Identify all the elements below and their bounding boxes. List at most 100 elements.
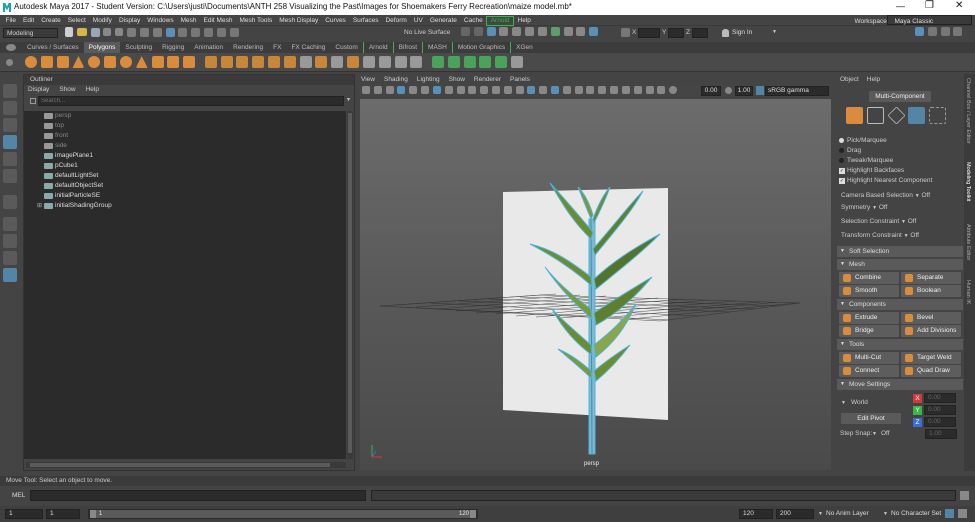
step-snap-field[interactable]: 1.00 <box>925 429 957 439</box>
anti-aliasing-icon[interactable] <box>610 86 619 94</box>
y-field[interactable] <box>668 28 684 38</box>
construction-history-icon[interactable] <box>486 27 496 36</box>
svg-icon[interactable] <box>183 56 196 68</box>
quad-draw-button[interactable]: Quad Draw <box>901 365 961 377</box>
outliner-search-input[interactable] <box>38 96 344 106</box>
snap-grid-icon[interactable] <box>178 27 188 37</box>
live-surface-label[interactable]: No Live Surface <box>404 29 450 36</box>
anim-end-field[interactable]: 200 <box>776 509 814 519</box>
exposure-field[interactable]: 0.00 <box>701 86 721 96</box>
right-tab-channel-box-layer-editor[interactable]: Channel Box / Layer Editor <box>965 78 971 156</box>
outliner-hscroll-thumb[interactable] <box>30 463 330 467</box>
separate-button[interactable]: Separate <box>901 272 961 284</box>
viewport-menu-lighting[interactable]: Lighting <box>417 76 440 83</box>
object-mode-icon[interactable] <box>846 107 863 124</box>
menu-curves[interactable]: Curves <box>322 15 350 26</box>
menu-help[interactable]: Help <box>514 15 534 26</box>
outliner-hscrollbar[interactable] <box>26 462 346 468</box>
uv-mode-icon[interactable] <box>929 107 947 124</box>
snap-view-icon[interactable] <box>216 27 226 37</box>
select-tool-icon[interactable] <box>3 84 17 98</box>
poly-disc-icon[interactable] <box>119 56 132 68</box>
poly-sphere-icon[interactable] <box>25 56 37 68</box>
menu-mesh-display[interactable]: Mesh Display <box>276 15 322 26</box>
range-slider-fill[interactable] <box>90 510 476 518</box>
image-plane-icon[interactable] <box>397 86 406 94</box>
menu-surfaces[interactable]: Surfaces <box>349 15 382 26</box>
range-handle-right[interactable] <box>470 510 476 518</box>
fill-hole-icon[interactable] <box>362 56 375 68</box>
separate-icon[interactable] <box>220 56 233 68</box>
smooth-shade-icon[interactable] <box>527 86 536 94</box>
maximize-button[interactable]: ❐ <box>925 0 934 11</box>
select-component-icon[interactable] <box>152 27 162 37</box>
combine-button[interactable]: Combine <box>839 272 899 284</box>
end-time-field[interactable]: 120 <box>739 509 773 519</box>
menu-cache[interactable]: Cache <box>460 15 486 26</box>
shelf-tab-mash[interactable]: MASH <box>422 42 452 53</box>
multi-cut-button[interactable]: Multi-Cut <box>839 352 899 364</box>
extrude-icon[interactable] <box>347 56 360 68</box>
use-all-lights-icon[interactable] <box>562 86 571 94</box>
grid-toggle-icon[interactable] <box>432 86 441 94</box>
camera-based-selection-row[interactable]: Camera Based Selection ▼ Off <box>837 190 963 202</box>
uv-editor-icon[interactable] <box>495 56 508 68</box>
shelf-tab-bifrost[interactable]: Bifrost <box>392 42 422 53</box>
range-slider[interactable]: 1 120 <box>88 509 478 519</box>
render-setup-icon[interactable] <box>563 27 573 36</box>
sign-in-chevron-icon[interactable]: ▼ <box>772 29 777 35</box>
sign-in-button[interactable]: Sign In <box>732 29 752 36</box>
radio-icon[interactable] <box>839 148 844 153</box>
shelf-tab-fx[interactable]: FX <box>268 42 286 53</box>
extract-icon[interactable] <box>236 56 249 68</box>
exposure-icon[interactable] <box>669 86 678 94</box>
textured-icon[interactable] <box>551 86 559 94</box>
poly-cylinder-icon[interactable] <box>56 56 69 68</box>
multi-component-button[interactable]: Multi-Component <box>869 91 931 102</box>
render-settings-icon[interactable] <box>537 27 547 36</box>
outliner-menu-display[interactable]: Display <box>28 86 49 93</box>
shelf-menu-icon[interactable] <box>6 59 13 66</box>
viewport-menu-shading[interactable]: Shading <box>384 76 408 83</box>
snap-curve-icon[interactable] <box>191 27 201 37</box>
toolkit-menu-object[interactable]: Object <box>840 76 859 83</box>
radio-icon[interactable] <box>839 158 844 163</box>
shelf-tab-xgen[interactable]: XGen <box>510 42 538 53</box>
menu-arnold[interactable]: Arnold <box>486 16 515 26</box>
select-hierarchy-icon[interactable] <box>127 27 137 37</box>
highlight-checkbox-row[interactable]: ✓ Highlight Backfaces <box>837 166 963 176</box>
spherical-map-icon[interactable] <box>479 56 492 68</box>
anim-prefs-icon[interactable] <box>958 509 967 518</box>
isolate-select-icon[interactable] <box>633 86 642 94</box>
camera-attributes-icon[interactable] <box>373 86 382 94</box>
menu-generate[interactable]: Generate <box>426 15 460 26</box>
grease-pencil-icon[interactable] <box>421 86 430 94</box>
add-divisions-button[interactable]: Add Divisions <box>901 325 961 337</box>
poly-plane-icon[interactable] <box>104 56 117 68</box>
move-space-value[interactable]: World <box>851 399 868 406</box>
ambient-occlusion-icon[interactable] <box>586 86 595 94</box>
gate-mask-icon[interactable] <box>468 86 477 94</box>
script-editor-icon[interactable] <box>960 491 969 500</box>
components-section[interactable]: Components <box>837 299 963 310</box>
menu-set-dropdown[interactable]: Modeling <box>3 28 58 38</box>
step-snap-value[interactable]: Off <box>881 430 890 437</box>
outliner-item[interactable]: imagePlane1 <box>24 151 346 161</box>
render-frame-icon[interactable] <box>512 27 522 36</box>
menu-modify[interactable]: Modify <box>89 15 115 26</box>
character-set-label[interactable]: No Character Set <box>891 510 941 517</box>
selection-option[interactable]: Drag <box>837 146 963 156</box>
viewport-menu-show[interactable]: Show <box>449 76 465 83</box>
shelf-tab-curves-surfaces[interactable]: Curves / Surfaces <box>22 42 84 53</box>
paint-select-icon[interactable] <box>3 118 17 132</box>
toolkit-menu-help[interactable]: Help <box>867 76 880 83</box>
poly-cone-icon[interactable] <box>72 56 85 68</box>
viewport-menu-view[interactable]: View <box>361 76 375 83</box>
ipr-render-icon[interactable] <box>525 27 535 36</box>
start-time-field[interactable]: 1 <box>5 509 43 519</box>
bridge-button[interactable]: Bridge <box>839 325 899 337</box>
lasso-tool-icon[interactable] <box>3 101 17 115</box>
right-tab-human-ik[interactable]: Human IK <box>965 280 971 316</box>
x-field[interactable] <box>638 28 660 38</box>
viewport-menu-renderer[interactable]: Renderer <box>474 76 501 83</box>
